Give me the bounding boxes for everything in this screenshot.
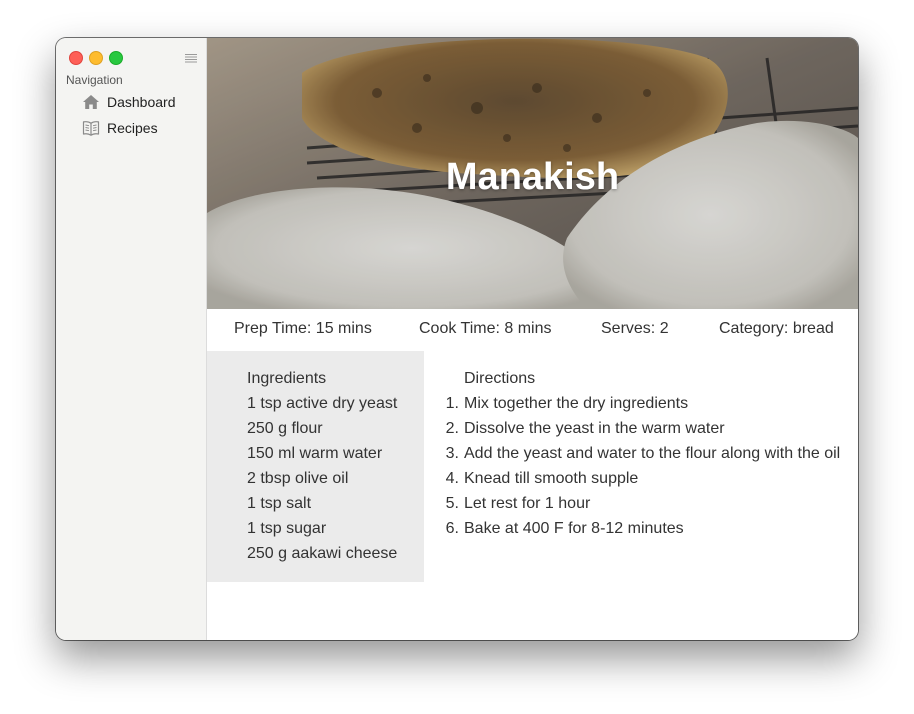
step-number: 4. (445, 470, 459, 487)
close-window-button[interactable] (69, 51, 83, 65)
ingredient-item: 2 tbsp olive oil (247, 470, 349, 487)
cook-time: Cook Time: 8 mins (419, 320, 552, 337)
prep-time: Prep Time: 15 mins (234, 320, 372, 337)
direction-step: 2. Dissolve the yeast in the warm water (446, 416, 840, 441)
step-number: 6. (445, 520, 459, 537)
step-text: Let rest for 1 hour (464, 495, 591, 512)
step-number: 2. (445, 420, 459, 437)
ingredient-item: 150 ml warm water (247, 445, 383, 462)
direction-step: 3. Add the yeast and water to the flour a… (446, 441, 841, 466)
serves: Serves: 2 (601, 320, 669, 337)
recipe-detail: Manakish Prep Time: 15 mins Cook Time: 8… (207, 38, 858, 640)
step-text: Knead till smooth supple (464, 470, 639, 487)
app-window: Navigation Dashboard Recipes Manakish Pr… (56, 38, 858, 640)
category: Category: bread (719, 320, 834, 337)
step-text: Dissolve the yeast in the warm water (464, 420, 725, 437)
ingredient-item: 250 g flour (247, 420, 323, 437)
ingredients-title: Ingredients (247, 370, 327, 387)
direction-step: 1. Mix together the dry ingredients (446, 391, 840, 416)
sidebar-item-label: Recipes (107, 120, 158, 136)
sidebar-item-label: Dashboard (107, 94, 176, 110)
recipe-meta: Prep Time: 15 mins Cook Time: 8 mins Ser… (207, 309, 858, 351)
direction-step: 4. Knead till smooth supple (446, 466, 840, 491)
step-number: 5. (445, 495, 459, 512)
direction-step: 6. Bake at 400 F for 8-12 minutes (446, 516, 840, 541)
minimize-window-button[interactable] (89, 51, 103, 65)
navigation-header: Navigation (66, 73, 123, 87)
ingredient-item: 1 tsp salt (247, 495, 312, 512)
ingredient-item: 1 tsp sugar (247, 520, 327, 537)
sidebar-item-dashboard[interactable]: Dashboard (82, 92, 176, 112)
house-icon (82, 93, 100, 111)
ingredient-item: 1 tsp active dry yeast (247, 395, 398, 412)
directions-title: Directions (464, 370, 536, 387)
ingredient-item: 250 g aakawi cheese (247, 545, 398, 562)
sidebar-item-recipes[interactable]: Recipes (82, 118, 158, 138)
directions-list: 1. Mix together the dry ingredients 2. Dis… (446, 391, 841, 541)
direction-step: 5. Let rest for 1 hour (446, 491, 840, 516)
ingredients-list: Ingredients 1 tsp active dry yeast 250 g… (247, 366, 397, 566)
sidebar: Navigation Dashboard Recipes (56, 38, 207, 640)
ingredients-panel: Ingredients 1 tsp active dry yeast 250 g… (207, 351, 424, 582)
step-text: Mix together the dry ingredients (464, 395, 689, 412)
step-text: Add the yeast and water to the flour alo… (464, 445, 841, 462)
zoom-window-button[interactable] (109, 51, 123, 65)
recipe-title: Manakish (445, 156, 620, 198)
book-icon (82, 119, 100, 137)
step-number: 3. (445, 445, 459, 462)
step-text: Bake at 400 F for 8-12 minutes (464, 520, 684, 537)
sidebar-toggle-icon[interactable] (184, 51, 198, 63)
step-number: 1. (445, 395, 459, 412)
recipe-hero-image: Manakish (207, 38, 858, 309)
